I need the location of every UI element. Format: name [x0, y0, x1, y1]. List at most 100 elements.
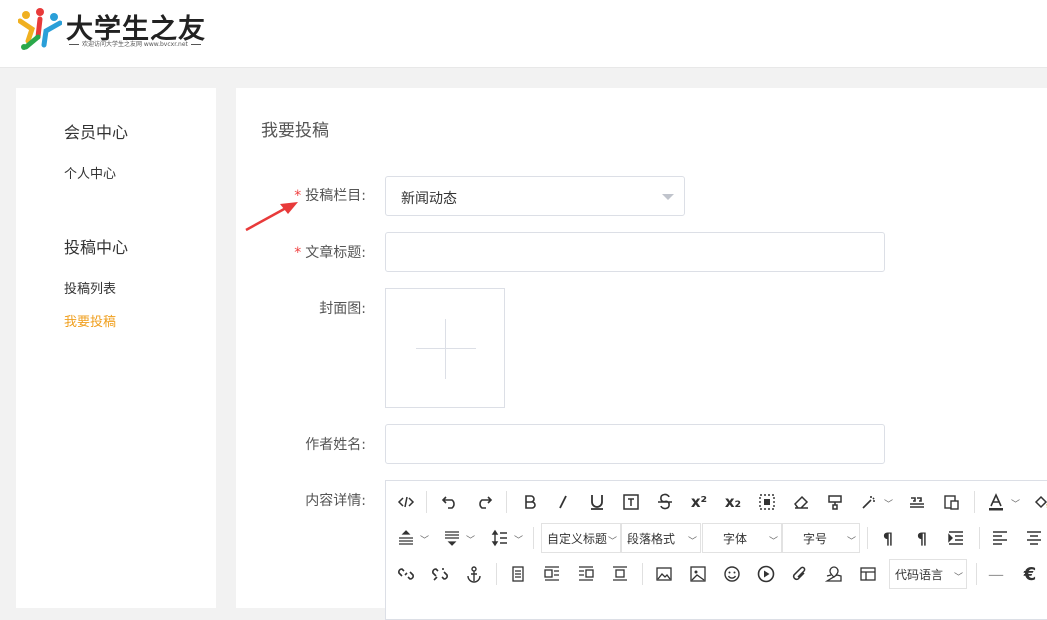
- bold-icon[interactable]: [516, 487, 544, 517]
- chevron-down-icon: ﹀: [607, 537, 617, 547]
- anchor-icon[interactable]: [460, 559, 488, 589]
- cover-label: 封面图:: [319, 301, 366, 317]
- strikethrough-icon[interactable]: [651, 487, 679, 517]
- image-none-icon[interactable]: [504, 559, 532, 589]
- sidebar-item-submit[interactable]: 我要投稿: [64, 311, 116, 330]
- category-select[interactable]: 新闻动态: [385, 176, 685, 216]
- toolbar-divider: [974, 491, 975, 513]
- toolbar-divider: [642, 563, 643, 585]
- paragraph-format-value: 段落格式: [627, 531, 676, 546]
- rich-text-editor[interactable]: x² x₂ ﹀ ﹀ ﹀ ﹀ ﹀ 自定义标题 ﹀ 段落格式 ﹀ 字体 ﹀ 字号 ﹀ ¶ ¶: [385, 480, 1047, 620]
- annotation-arrow-icon: [245, 202, 298, 232]
- paste-plain-icon[interactable]: [937, 487, 965, 517]
- link-icon[interactable]: [392, 559, 420, 589]
- attachment-icon[interactable]: [786, 559, 814, 589]
- title-input[interactable]: [385, 232, 885, 272]
- line-height-icon[interactable]: [486, 523, 514, 553]
- indent-icon[interactable]: [942, 523, 970, 553]
- sidebar-title-submission: 投稿中心: [64, 238, 129, 257]
- chevron-down-icon[interactable]: ﹀: [420, 533, 429, 546]
- chevron-down-icon[interactable]: ﹀: [514, 533, 523, 546]
- plus-icon-h: [416, 348, 476, 349]
- toolbar-row-4-partial: [392, 593, 1047, 613]
- toolbar-divider: [867, 527, 868, 549]
- blockquote-icon[interactable]: [903, 487, 931, 517]
- required-mark: *: [294, 245, 302, 261]
- chevron-down-icon: ﹀: [953, 573, 963, 583]
- font-size-value: 字号: [803, 531, 828, 546]
- toolbar-divider: [506, 491, 507, 513]
- chevron-down-icon[interactable]: ﹀: [1011, 497, 1020, 510]
- toolbar-divider: [979, 527, 980, 549]
- content-label: 内容详情:: [305, 493, 366, 509]
- plus-icon-v: [445, 319, 446, 379]
- title-label: * 文章标题:: [294, 242, 366, 262]
- font-color-icon[interactable]: [982, 487, 1010, 517]
- submission-form: 我要投稿 * 投稿栏目: 新闻动态 * 文章标题: 封面图: 作者姓名: 内容详情:…: [236, 88, 1047, 620]
- rtl-direction-icon[interactable]: ¶: [908, 523, 936, 553]
- code-language-value: 代码语言: [895, 567, 944, 582]
- insert-video-icon[interactable]: [752, 559, 780, 589]
- align-center-icon[interactable]: [1020, 523, 1047, 553]
- category-label-text: 投稿栏目:: [305, 188, 366, 204]
- underline-icon[interactable]: [583, 487, 611, 517]
- code-language-dropdown[interactable]: 代码语言 ﹀: [889, 559, 967, 589]
- horizontal-rule-icon[interactable]: —: [982, 559, 1010, 589]
- chevron-down-icon[interactable]: ﹀: [466, 533, 475, 546]
- eraser-icon[interactable]: [787, 487, 815, 517]
- format-painter-icon[interactable]: [821, 487, 849, 517]
- sidebar-item-submission-list[interactable]: 投稿列表: [64, 278, 116, 297]
- source-code-icon[interactable]: [392, 487, 420, 517]
- site-header: 大学生之友 欢迎访问大学生之友网 www.bvcxr.net: [0, 0, 1047, 68]
- image-center-icon[interactable]: [606, 559, 634, 589]
- redo-icon[interactable]: [470, 487, 498, 517]
- caret-down-icon: [662, 194, 674, 200]
- author-input[interactable]: [385, 424, 885, 464]
- custom-heading-value: 自定义标题: [547, 531, 608, 546]
- superscript-icon[interactable]: x²: [685, 487, 713, 517]
- chevron-down-icon: ﹀: [846, 537, 856, 547]
- page-title: 我要投稿: [261, 121, 329, 141]
- align-left-icon[interactable]: [986, 523, 1014, 553]
- custom-heading-dropdown[interactable]: 自定义标题 ﹀: [541, 523, 621, 553]
- emoticon-icon[interactable]: [718, 559, 746, 589]
- row-spacing-bottom-icon[interactable]: [438, 523, 466, 553]
- author-label: 作者姓名:: [305, 437, 366, 453]
- paragraph-format-dropdown[interactable]: 段落格式 ﹀: [621, 523, 701, 553]
- ltr-direction-icon[interactable]: ¶: [874, 523, 902, 553]
- image-left-icon[interactable]: [538, 559, 566, 589]
- site-logo[interactable]: 大学生之友 欢迎访问大学生之友网 www.bvcxr.net: [18, 5, 208, 51]
- background-color-icon[interactable]: [1027, 487, 1047, 517]
- toolbar-divider: [976, 563, 977, 585]
- chevron-down-icon[interactable]: ﹀: [884, 497, 893, 510]
- magic-wand-icon[interactable]: [855, 487, 883, 517]
- toolbar-divider: [426, 491, 427, 513]
- image-right-icon[interactable]: [572, 559, 600, 589]
- text-border-icon[interactable]: [617, 487, 645, 517]
- insert-image-icon[interactable]: [650, 559, 678, 589]
- chevron-down-icon: ﹀: [687, 537, 697, 547]
- site-slogan: 欢迎访问大学生之友网 www.bvcxr.net: [66, 39, 204, 48]
- select-all-icon[interactable]: [753, 487, 781, 517]
- template-icon[interactable]: [854, 559, 882, 589]
- row-spacing-top-icon[interactable]: [392, 523, 420, 553]
- multi-image-icon[interactable]: [684, 559, 712, 589]
- font-family-dropdown[interactable]: 字体 ﹀: [702, 523, 782, 553]
- sidebar-title-member: 会员中心: [64, 123, 129, 142]
- special-char-icon[interactable]: €: [1016, 559, 1044, 589]
- subscript-icon[interactable]: x₂: [719, 487, 747, 517]
- font-family-value: 字体: [723, 531, 748, 546]
- title-label-text: 文章标题:: [305, 245, 366, 261]
- italic-icon[interactable]: [549, 487, 577, 517]
- unlink-icon[interactable]: [426, 559, 454, 589]
- undo-icon[interactable]: [436, 487, 464, 517]
- toolbar-divider: [533, 527, 534, 549]
- map-icon[interactable]: [820, 559, 848, 589]
- sidebar-item-profile[interactable]: 个人中心: [64, 163, 116, 182]
- font-size-dropdown[interactable]: 字号 ﹀: [782, 523, 860, 553]
- cover-upload[interactable]: [385, 288, 505, 408]
- category-label: * 投稿栏目:: [294, 185, 366, 205]
- sidebar: 会员中心 个人中心 投稿中心 投稿列表 我要投稿: [16, 88, 216, 608]
- category-select-value: 新闻动态: [401, 191, 457, 207]
- toolbar-divider: [496, 563, 497, 585]
